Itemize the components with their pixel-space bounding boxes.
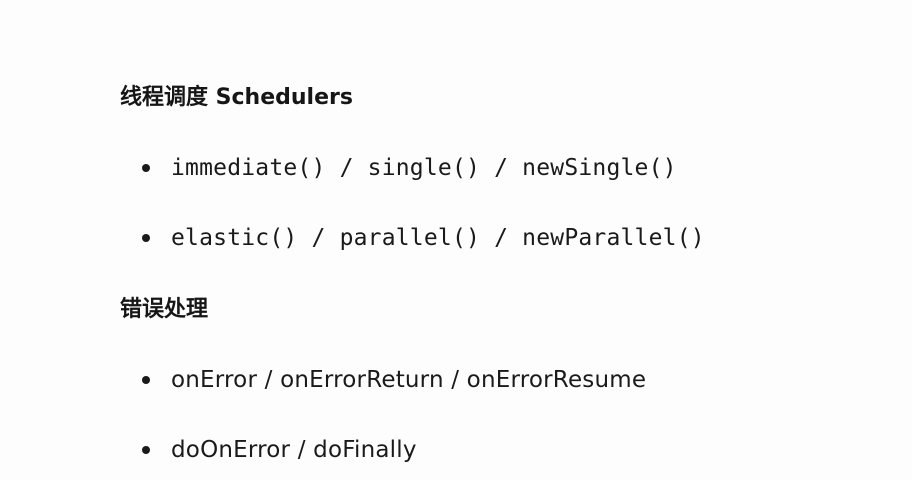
bullet-text: elastic() / parallel() / newParallel() bbox=[171, 225, 705, 251]
bullet-dot-icon bbox=[142, 234, 150, 242]
bullet-dot-icon bbox=[142, 376, 150, 384]
slide: 线程调度 Schedulers immediate() / single() /… bbox=[0, 0, 912, 480]
bullet-item: immediate() / single() / newSingle() bbox=[142, 152, 677, 184]
bullet-text: immediate() / single() / newSingle() bbox=[171, 155, 677, 181]
section-heading-error-handling: 错误处理 bbox=[120, 297, 209, 322]
bullet-text: doOnError / doFinally bbox=[171, 437, 417, 463]
section-heading-schedulers: 线程调度 Schedulers bbox=[120, 85, 353, 110]
bullet-text: onError / onErrorReturn / onErrorResume bbox=[171, 367, 647, 393]
bullet-item: onError / onErrorReturn / onErrorResume bbox=[142, 364, 646, 396]
bullet-dot-icon bbox=[142, 164, 150, 172]
bullet-dot-icon bbox=[142, 446, 150, 454]
bullet-item: elastic() / parallel() / newParallel() bbox=[142, 222, 705, 254]
bullet-item: doOnError / doFinally bbox=[142, 434, 417, 466]
